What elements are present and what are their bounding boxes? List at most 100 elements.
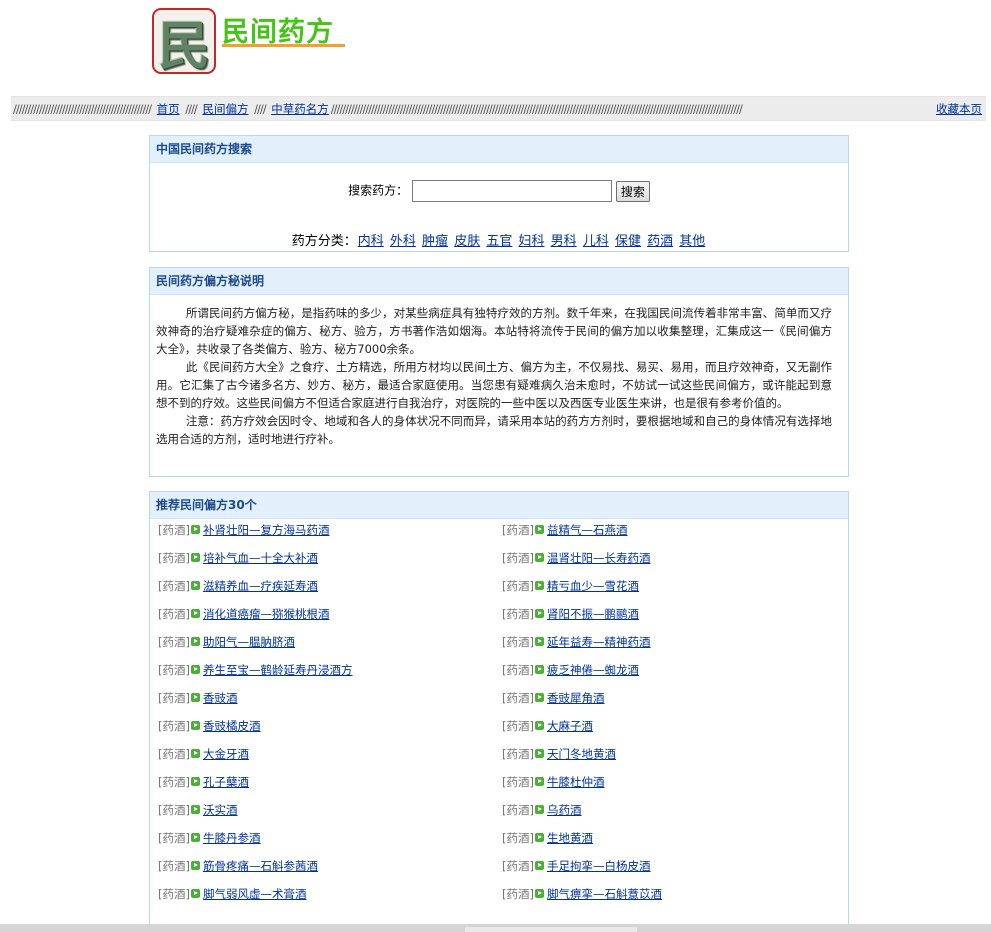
arrow-right-icon bbox=[534, 553, 544, 562]
nav-link-folk-remedies[interactable]: 民间偏方 bbox=[202, 102, 248, 116]
category-link-andrology[interactable]: 男科 bbox=[551, 234, 577, 249]
item-category-tag[interactable]: [药酒] bbox=[502, 803, 534, 817]
bookmark-link[interactable]: 收藏本页 bbox=[936, 102, 982, 116]
recommend-item-link[interactable]: 消化道癌瘤—猕猴桃根酒 bbox=[203, 607, 330, 621]
category-link-medicinal-wine[interactable]: 药酒 bbox=[647, 234, 673, 249]
item-category-tag[interactable]: [药酒] bbox=[158, 775, 190, 789]
recommend-item: [药酒] 益精气—石燕酒 bbox=[502, 520, 627, 540]
recommend-item-link[interactable]: 养生至宝—鹤龄延寿丹浸酒方 bbox=[203, 663, 353, 677]
recommend-item: [药酒] 牛膝丹参酒 bbox=[158, 828, 260, 848]
recommend-item-link[interactable]: 天门冬地黄酒 bbox=[547, 747, 616, 761]
item-category-tag[interactable]: [药酒] bbox=[502, 719, 534, 733]
recommend-item-link[interactable]: 筋骨疼痛—石斛参茜酒 bbox=[203, 859, 318, 873]
category-link-facial-senses[interactable]: 五官 bbox=[486, 234, 512, 249]
recommend-item: [药酒] 肾阳不振—鹏鹂酒 bbox=[502, 604, 639, 624]
recommend-item-link[interactable]: 助阳气—腽肭脐酒 bbox=[203, 635, 295, 649]
item-category-tag[interactable]: [药酒] bbox=[502, 551, 534, 565]
recommend-item-link[interactable]: 牛膝杜仲酒 bbox=[547, 775, 605, 789]
category-link-internal[interactable]: 内科 bbox=[358, 234, 384, 249]
recommend-item: [药酒] 牛膝杜仲酒 bbox=[502, 772, 604, 792]
recommend-item-link[interactable]: 香豉犀角酒 bbox=[547, 691, 605, 705]
search-button[interactable]: 搜索 bbox=[615, 180, 650, 202]
recommend-item: [药酒] 香豉犀角酒 bbox=[502, 688, 604, 708]
about-paragraph: 注意：药方疗效会因时令、地域和各人的身体状况不同而异，请采用本站的药方方剂时，要… bbox=[156, 414, 832, 446]
recommend-item: [药酒] 脚气弱风虚—术膏酒 bbox=[158, 884, 306, 904]
window-bottom-strip bbox=[0, 924, 991, 932]
recommend-item-link[interactable]: 肾阳不振—鹏鹂酒 bbox=[547, 607, 639, 621]
category-link-gynecology[interactable]: 妇科 bbox=[519, 234, 545, 249]
recommend-item: [药酒] 培补气血—十全大补酒 bbox=[158, 548, 318, 568]
item-category-tag[interactable]: [药酒] bbox=[502, 635, 534, 649]
arrow-right-icon bbox=[190, 581, 200, 590]
recommend-item-link[interactable]: 疲乏神倦—蜘龙酒 bbox=[547, 663, 639, 677]
item-category-tag[interactable]: [药酒] bbox=[158, 719, 190, 733]
recommend-item-link[interactable]: 温肾壮阳—长寿药酒 bbox=[547, 551, 651, 565]
recommend-item-link[interactable]: 益精气—石燕酒 bbox=[547, 523, 628, 537]
item-category-tag[interactable]: [药酒] bbox=[158, 887, 190, 901]
recommend-item-link[interactable]: 精亏血少—雪花酒 bbox=[547, 579, 639, 593]
item-category-tag[interactable]: [药酒] bbox=[158, 663, 190, 677]
item-category-tag[interactable]: [药酒] bbox=[502, 607, 534, 621]
item-category-tag[interactable]: [药酒] bbox=[502, 663, 534, 677]
item-category-tag[interactable]: [药酒] bbox=[502, 887, 534, 901]
nav-link-herbal-recipes[interactable]: 中草药名方 bbox=[271, 102, 329, 116]
recommend-item-link[interactable]: 手足拘挛—白杨皮酒 bbox=[547, 859, 651, 873]
recommend-item-link[interactable]: 培补气血—十全大补酒 bbox=[203, 551, 318, 565]
arrow-right-icon bbox=[190, 889, 200, 898]
item-category-tag[interactable]: [药酒] bbox=[158, 831, 190, 845]
recommend-item-link[interactable]: 牛膝丹参酒 bbox=[203, 831, 261, 845]
category-link-health-care[interactable]: 保健 bbox=[615, 234, 641, 249]
recommend-item-link[interactable]: 孔子蘖酒 bbox=[203, 775, 249, 789]
item-category-tag[interactable]: [药酒] bbox=[158, 747, 190, 761]
recommend-item: [药酒] 补肾壮阳—复方海马药酒 bbox=[158, 520, 329, 540]
recommend-item-link[interactable]: 生地黄酒 bbox=[547, 831, 593, 845]
category-link-pediatrics[interactable]: 儿科 bbox=[583, 234, 609, 249]
recommend-item-link[interactable]: 大麻子酒 bbox=[547, 719, 593, 733]
search-input[interactable] bbox=[412, 180, 612, 202]
item-category-tag[interactable]: [药酒] bbox=[158, 803, 190, 817]
recommend-item-link[interactable]: 脚气痹挛—石斛薏苡酒 bbox=[547, 887, 662, 901]
category-link-skin[interactable]: 皮肤 bbox=[454, 234, 480, 249]
recommend-item-link[interactable]: 香豉酒 bbox=[203, 691, 238, 705]
recommend-item-link[interactable]: 大金牙酒 bbox=[203, 747, 249, 761]
item-category-tag[interactable]: [药酒] bbox=[158, 859, 190, 873]
site-logo[interactable]: 民 bbox=[152, 8, 216, 74]
recommend-item-link[interactable]: 香豉橘皮酒 bbox=[203, 719, 261, 733]
arrow-right-icon bbox=[190, 833, 200, 842]
arrow-right-icon bbox=[190, 525, 200, 534]
item-category-tag[interactable]: [药酒] bbox=[158, 579, 190, 593]
recommend-item: [药酒] 乌药酒 bbox=[502, 800, 581, 820]
recommend-panel-heading: 推荐民间偏方30个 bbox=[150, 492, 848, 519]
arrow-right-icon bbox=[190, 665, 200, 674]
item-category-tag[interactable]: [药酒] bbox=[502, 747, 534, 761]
arrow-right-icon bbox=[190, 637, 200, 646]
category-link-surgery[interactable]: 外科 bbox=[390, 234, 416, 249]
arrow-right-icon bbox=[534, 889, 544, 898]
item-category-tag[interactable]: [药酒] bbox=[158, 691, 190, 705]
recommend-item-link[interactable]: 脚气弱风虚—术膏酒 bbox=[203, 887, 307, 901]
arrow-right-icon bbox=[534, 637, 544, 646]
recommend-item-link[interactable]: 补肾壮阳—复方海马药酒 bbox=[203, 523, 330, 537]
recommend-item-link[interactable]: 滋精养血—疗疾延寿酒 bbox=[203, 579, 318, 593]
arrow-right-icon bbox=[534, 693, 544, 702]
item-category-tag[interactable]: [药酒] bbox=[502, 579, 534, 593]
item-category-tag[interactable]: [药酒] bbox=[502, 691, 534, 705]
item-category-tag[interactable]: [药酒] bbox=[158, 523, 190, 537]
recommend-item-link[interactable]: 延年益寿—精神药酒 bbox=[547, 635, 651, 649]
about-paragraph: 所谓民间药方偏方秘，是指药味的多少，对某些病症具有独特疗效的方剂。数千年来，在我… bbox=[156, 306, 832, 356]
item-category-tag[interactable]: [药酒] bbox=[502, 831, 534, 845]
arrow-right-icon bbox=[190, 609, 200, 618]
recommend-item-link[interactable]: 沃实酒 bbox=[203, 803, 238, 817]
category-link-other[interactable]: 其他 bbox=[679, 234, 705, 249]
nav-link-home[interactable]: 首页 bbox=[157, 102, 180, 116]
category-link-tumor[interactable]: 肿瘤 bbox=[422, 234, 448, 249]
item-category-tag[interactable]: [药酒] bbox=[502, 775, 534, 789]
item-category-tag[interactable]: [药酒] bbox=[158, 635, 190, 649]
item-category-tag[interactable]: [药酒] bbox=[158, 607, 190, 621]
about-paragraph: 此《民间药方大全》之食疗、土方精选，所用方材均以民间土方、偏方为主，不仅易找、易… bbox=[156, 360, 832, 410]
bottom-tab bbox=[465, 927, 637, 932]
recommend-item-link[interactable]: 乌药酒 bbox=[547, 803, 582, 817]
item-category-tag[interactable]: [药酒] bbox=[158, 551, 190, 565]
item-category-tag[interactable]: [药酒] bbox=[502, 523, 534, 537]
item-category-tag[interactable]: [药酒] bbox=[502, 859, 534, 873]
